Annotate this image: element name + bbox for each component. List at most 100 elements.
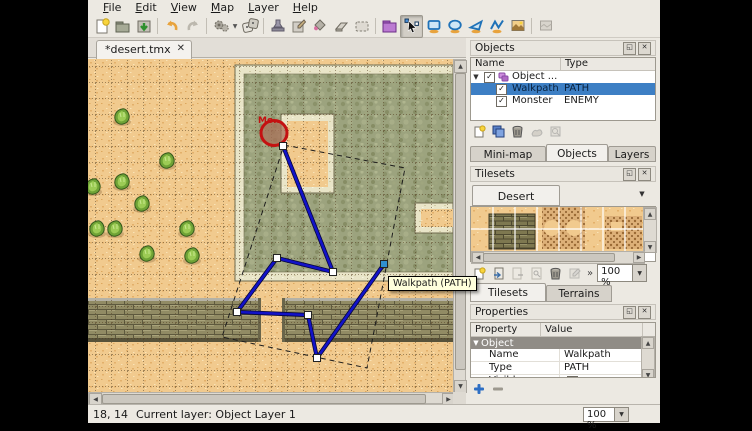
chevron-down-icon[interactable]: ▼ bbox=[614, 408, 628, 421]
menu-file[interactable]: File bbox=[96, 0, 128, 15]
map-horizontal-scrollbar[interactable]: ◀ ▶ bbox=[88, 392, 453, 404]
undo-icon[interactable] bbox=[161, 16, 182, 37]
tab-terrains[interactable]: Terrains bbox=[546, 285, 612, 302]
properties-panel-header: Properties ◱ ✕ bbox=[470, 304, 656, 320]
redo-icon[interactable] bbox=[182, 16, 203, 37]
stamp-brush-automap-icon[interactable]: ▼ bbox=[210, 16, 239, 37]
property-row-type[interactable]: Type PATH bbox=[471, 362, 643, 375]
duplicate-objects-icon[interactable] bbox=[490, 123, 506, 139]
import-tileset-icon[interactable] bbox=[490, 265, 506, 281]
scroll-up-icon[interactable]: ▲ bbox=[644, 208, 656, 220]
path-node[interactable] bbox=[280, 143, 287, 150]
status-bar: 18, 14 Current layer: Object Layer 1 100… bbox=[88, 404, 660, 423]
walkpath-row[interactable]: Walkpath PATH bbox=[471, 83, 655, 95]
menu-layer[interactable]: Layer bbox=[241, 0, 286, 15]
tileset-tiles[interactable] bbox=[471, 207, 643, 251]
new-object-icon[interactable] bbox=[471, 123, 487, 139]
tileset-vertical-scrollbar[interactable]: ▲ ▼ bbox=[643, 207, 657, 253]
visible-checkbox[interactable] bbox=[567, 376, 578, 378]
close-panel-icon[interactable]: ✕ bbox=[638, 306, 651, 319]
tab-mini-map[interactable]: Mini-map bbox=[470, 146, 546, 162]
object-layer-row[interactable]: ▼ Object ... bbox=[471, 71, 655, 83]
menu-edit[interactable]: Edit bbox=[128, 0, 163, 15]
tab-tilesets[interactable]: Tilesets bbox=[470, 283, 546, 302]
terrain-tool-icon[interactable] bbox=[288, 16, 309, 37]
scroll-right-icon[interactable]: ▶ bbox=[633, 252, 645, 263]
tileset-dropdown-icon[interactable]: ▼ bbox=[634, 190, 650, 203]
properties-buttons bbox=[472, 381, 505, 400]
path-node[interactable] bbox=[314, 355, 321, 362]
walkpath-visible-checkbox[interactable] bbox=[496, 84, 507, 95]
layer-visible-checkbox[interactable] bbox=[484, 72, 495, 83]
expander-icon[interactable]: ▼ bbox=[471, 71, 481, 83]
tileset-view[interactable]: ▲ ▼ ◀ ▶ bbox=[470, 206, 656, 262]
delete-tileset-icon[interactable] bbox=[547, 265, 563, 281]
insert-polyline-icon[interactable] bbox=[486, 16, 507, 37]
path-node[interactable] bbox=[305, 312, 312, 319]
insert-tile-object-icon[interactable] bbox=[507, 16, 528, 37]
insert-polygon-icon[interactable] bbox=[465, 16, 486, 37]
tab-layers[interactable]: Layers bbox=[608, 146, 656, 162]
close-panel-icon[interactable]: ✕ bbox=[638, 168, 651, 181]
insert-ellipse-icon[interactable] bbox=[444, 16, 465, 37]
statusbar-zoom-combo[interactable]: 100 % ▼ bbox=[583, 407, 629, 422]
tileset-horizontal-scrollbar[interactable]: ◀ ▶ bbox=[471, 251, 645, 264]
rectangular-select-icon[interactable] bbox=[351, 16, 372, 37]
close-panel-icon[interactable]: ✕ bbox=[638, 42, 651, 55]
tileset-zoom-combo[interactable]: 100 % ▼ bbox=[597, 264, 647, 282]
map-canvas[interactable]: Mo... bbox=[88, 59, 453, 392]
float-panel-icon[interactable]: ◱ bbox=[623, 168, 636, 181]
monster-row[interactable]: Monster ENEMY bbox=[471, 95, 655, 107]
select-object-tool-icon[interactable] bbox=[400, 15, 423, 38]
object-layer-icon bbox=[498, 72, 509, 82]
remove-property-icon[interactable] bbox=[491, 381, 505, 400]
open-map-icon[interactable] bbox=[112, 16, 133, 37]
path-node[interactable] bbox=[234, 309, 241, 316]
property-group-object[interactable]: ▼ Object bbox=[471, 337, 643, 349]
menu-map[interactable]: Map bbox=[204, 0, 241, 15]
scroll-up-icon[interactable]: ▲ bbox=[454, 60, 467, 73]
tileset-tab-desert[interactable]: Desert bbox=[472, 185, 560, 206]
property-row-visible[interactable]: Visible bbox=[471, 375, 643, 378]
properties-col-property[interactable]: Property bbox=[471, 323, 541, 336]
menu-help[interactable]: Help bbox=[286, 0, 325, 15]
scroll-down-icon[interactable]: ▼ bbox=[642, 369, 654, 378]
document-tab[interactable]: *desert.tmx ✕ bbox=[96, 40, 192, 61]
path-node[interactable] bbox=[274, 255, 281, 262]
remove-object-icon[interactable] bbox=[509, 123, 525, 139]
float-panel-icon[interactable]: ◱ bbox=[623, 42, 636, 55]
export-tileset-icon[interactable] bbox=[509, 265, 525, 281]
properties-scrollbar[interactable]: ▲ ▼ bbox=[641, 336, 655, 378]
scroll-down-icon[interactable]: ▼ bbox=[644, 241, 656, 253]
save-map-icon[interactable] bbox=[133, 16, 154, 37]
random-mode-dice-icon[interactable] bbox=[239, 16, 260, 37]
stamp-tool-icon[interactable] bbox=[267, 16, 288, 37]
menu-view[interactable]: View bbox=[164, 0, 204, 15]
selected-path-node[interactable] bbox=[381, 261, 388, 268]
properties-panel-title: Properties bbox=[475, 306, 528, 318]
expander-icon[interactable]: ▼ bbox=[471, 339, 481, 347]
add-property-icon[interactable] bbox=[472, 381, 486, 400]
objects-col-type[interactable]: Type bbox=[561, 58, 655, 70]
raise-object-icon[interactable] bbox=[528, 123, 544, 139]
new-map-icon[interactable] bbox=[91, 16, 112, 37]
toolbar-overflow-icon[interactable]: » bbox=[587, 268, 593, 279]
object-properties-icon[interactable] bbox=[547, 123, 563, 139]
properties-col-value[interactable]: Value bbox=[541, 323, 643, 336]
tab-objects[interactable]: Objects bbox=[546, 144, 608, 162]
float-panel-icon[interactable]: ◱ bbox=[623, 306, 636, 319]
edit-terrain-icon[interactable] bbox=[566, 265, 582, 281]
image-layer-tool-icon[interactable] bbox=[535, 16, 556, 37]
bucket-fill-icon[interactable] bbox=[309, 16, 330, 37]
property-row-name[interactable]: Name Walkpath bbox=[471, 349, 643, 362]
tileset-properties-icon[interactable] bbox=[528, 265, 544, 281]
eraser-icon[interactable] bbox=[330, 16, 351, 37]
objects-col-name[interactable]: Name bbox=[471, 58, 561, 70]
path-node[interactable] bbox=[330, 269, 337, 276]
scroll-up-icon[interactable]: ▲ bbox=[642, 337, 654, 349]
monster-visible-checkbox[interactable] bbox=[496, 96, 507, 107]
chevron-down-icon[interactable]: ▼ bbox=[632, 265, 646, 281]
insert-rectangle-icon[interactable] bbox=[423, 16, 444, 37]
map-vertical-scrollbar[interactable]: ▲ ▼ bbox=[453, 59, 466, 392]
objects-group-icon[interactable] bbox=[379, 16, 400, 37]
